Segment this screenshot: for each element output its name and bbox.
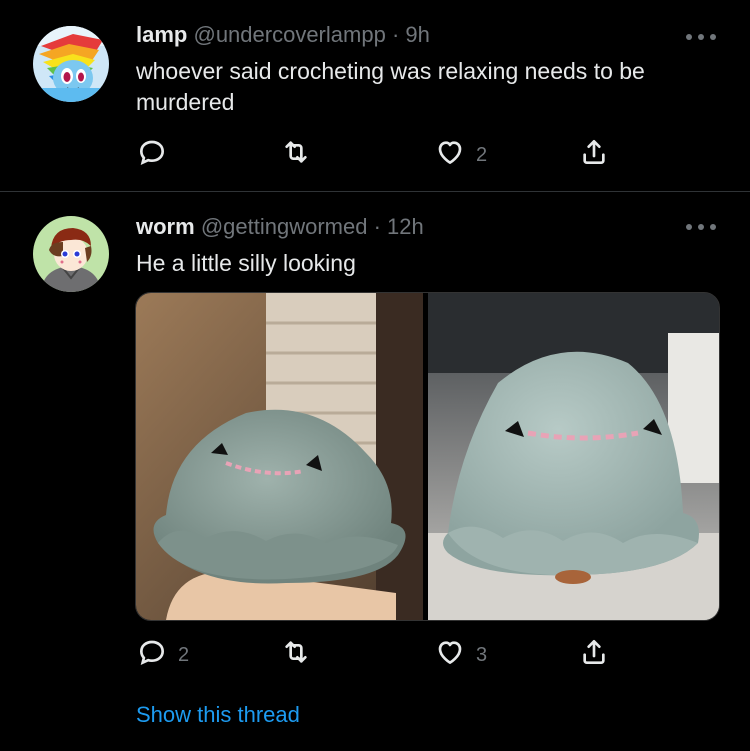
retweet-button[interactable]	[280, 636, 322, 674]
tweet-header: worm @gettingwormed · 12h	[136, 214, 424, 240]
tweet[interactable]: lamp @undercoverlampp · 9h whoever said …	[0, 0, 750, 191]
like-button[interactable]: 3	[434, 636, 487, 674]
display-name[interactable]: lamp	[136, 22, 187, 47]
retweet-button[interactable]	[280, 136, 322, 174]
like-icon	[434, 636, 466, 674]
separator-dot: ·	[391, 22, 400, 47]
reply-button[interactable]	[136, 136, 178, 174]
tweet-actions: 2	[136, 136, 616, 168]
separator-dot: ·	[373, 214, 381, 239]
reply-count: 2	[178, 643, 190, 666]
tweet-header: lamp @undercoverlampp · 9h	[136, 22, 430, 48]
tweet-text: He a little silly looking	[136, 250, 356, 276]
handle[interactable]: @gettingwormed	[201, 214, 368, 239]
retweet-icon	[280, 636, 312, 674]
more-icon[interactable]	[686, 221, 716, 233]
media-grid[interactable]	[135, 292, 720, 621]
like-icon	[434, 136, 466, 174]
tweet[interactable]: worm @gettingwormed · 12h He a little si…	[0, 192, 750, 751]
like-button[interactable]: 2	[434, 136, 487, 174]
share-icon	[578, 636, 610, 674]
handle[interactable]: @undercoverlampp	[193, 22, 385, 47]
tweet-text: whoever said crocheting was relaxing nee…	[136, 58, 645, 115]
display-name[interactable]: worm	[136, 214, 195, 239]
timestamp[interactable]: 9h	[405, 22, 429, 47]
reply-icon	[136, 636, 168, 674]
share-icon	[578, 136, 610, 174]
timestamp[interactable]: 12h	[387, 214, 424, 239]
like-count: 2	[476, 143, 488, 166]
share-button[interactable]	[578, 136, 610, 174]
more-icon[interactable]	[686, 31, 716, 43]
like-count: 3	[476, 643, 488, 666]
avatar[interactable]	[33, 26, 109, 102]
retweet-icon	[280, 136, 312, 174]
reply-icon	[136, 136, 168, 174]
tweet-actions: 2 3	[136, 636, 616, 668]
share-button[interactable]	[578, 636, 610, 674]
photo-crochet-table[interactable]	[428, 293, 719, 620]
photo-crochet-held[interactable]	[136, 293, 423, 620]
avatar[interactable]	[33, 216, 109, 292]
reply-button[interactable]: 2	[136, 636, 189, 674]
show-thread-link[interactable]: Show this thread	[136, 702, 300, 728]
